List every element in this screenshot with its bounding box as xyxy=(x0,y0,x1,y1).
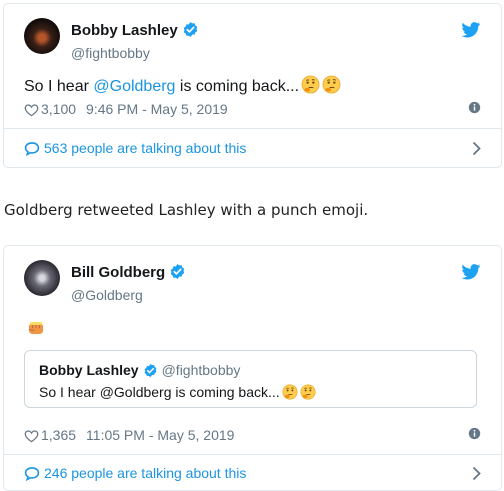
mention-link[interactable]: @Goldberg xyxy=(93,78,175,95)
tweet-meta: 1,365 11:05 PM - May 5, 2019 xyxy=(24,427,481,443)
like-count[interactable]: 1,365 xyxy=(41,427,76,443)
heart-icon[interactable] xyxy=(24,429,39,446)
talking-text[interactable]: 246 people are talking about this xyxy=(44,465,246,481)
verified-badge-icon xyxy=(169,263,186,285)
tweet-card-goldberg: Bill Goldberg @Goldberg Bobby Lashley @fi… xyxy=(3,245,502,491)
speech-bubble-icon xyxy=(24,141,40,159)
tweet-header: Bobby Lashley @fightbobby xyxy=(24,18,481,61)
author-name-text[interactable]: Bobby Lashley xyxy=(71,22,178,39)
info-icon[interactable] xyxy=(468,427,481,443)
tweet-text-prefix: So I hear xyxy=(24,78,94,95)
thinking-face-icon xyxy=(301,75,320,100)
author-handle[interactable]: @fightbobby xyxy=(71,44,199,62)
twitter-bird-icon[interactable] xyxy=(461,264,481,285)
quoted-header: Bobby Lashley @fightbobby xyxy=(39,362,240,381)
avatar[interactable] xyxy=(24,18,60,54)
divider xyxy=(4,128,501,129)
verified-badge-icon xyxy=(182,21,199,43)
quoted-author-name[interactable]: Bobby Lashley xyxy=(39,362,139,378)
author-name[interactable]: Bobby Lashley xyxy=(71,21,199,43)
talking-link[interactable]: 246 people are talking about this xyxy=(24,465,481,483)
timestamp[interactable]: 11:05 PM - May 5, 2019 xyxy=(86,427,234,443)
author-name[interactable]: Bill Goldberg xyxy=(71,263,186,285)
tweet-text-suffix: is coming back... xyxy=(175,78,300,95)
author-name-text[interactable]: Bill Goldberg xyxy=(71,264,165,281)
timestamp[interactable]: 9:46 PM - May 5, 2019 xyxy=(86,101,228,117)
quoted-author-handle[interactable]: @fightbobby xyxy=(162,362,241,378)
divider xyxy=(4,454,501,455)
thinking-face-icon xyxy=(322,75,341,100)
twitter-bird-icon[interactable] xyxy=(461,22,481,43)
info-icon[interactable] xyxy=(468,101,481,117)
chevron-right-icon[interactable] xyxy=(472,466,481,484)
author-block: Bill Goldberg @Goldberg xyxy=(71,263,186,304)
quoted-text-body: So I hear @Goldberg is coming back... xyxy=(39,384,280,400)
tweet-card-lashley: Bobby Lashley @fightbobby So I hear @Gol… xyxy=(3,3,502,168)
tweet-text: So I hear @Goldberg is coming back... xyxy=(24,75,341,100)
oncoming-fist-icon xyxy=(26,318,46,344)
tweet-meta: 3,100 9:46 PM - May 5, 2019 xyxy=(24,101,481,117)
avatar[interactable] xyxy=(24,260,60,296)
article-caption: Goldberg retweeted Lashley with a punch … xyxy=(4,201,369,219)
tweet-header: Bill Goldberg @Goldberg xyxy=(24,260,481,303)
talking-link[interactable]: 563 people are talking about this xyxy=(24,140,481,158)
heart-icon[interactable] xyxy=(24,103,39,120)
thinking-face-icon xyxy=(282,384,298,403)
author-block: Bobby Lashley @fightbobby xyxy=(71,21,199,62)
talking-text[interactable]: 563 people are talking about this xyxy=(44,140,246,156)
verified-badge-icon xyxy=(143,363,158,381)
quoted-text: So I hear @Goldberg is coming back... xyxy=(39,384,316,403)
speech-bubble-icon xyxy=(24,466,40,484)
quoted-tweet[interactable]: Bobby Lashley @fightbobby So I hear @Gold… xyxy=(24,350,477,408)
thinking-face-icon xyxy=(300,384,316,403)
tweet-text xyxy=(24,318,46,344)
author-handle[interactable]: @Goldberg xyxy=(71,286,186,304)
like-count[interactable]: 3,100 xyxy=(41,101,76,117)
chevron-right-icon[interactable] xyxy=(472,141,481,159)
